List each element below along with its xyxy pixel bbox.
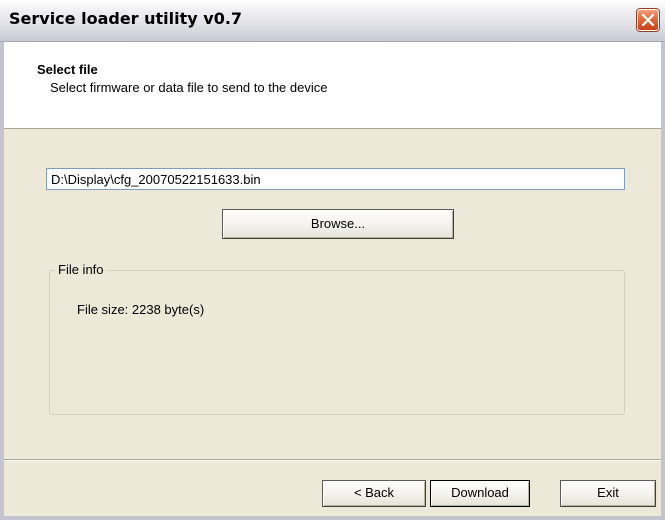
file-info-group [49, 270, 625, 415]
window-border-bottom [0, 516, 665, 520]
browse-button[interactable]: Browse... [222, 209, 454, 239]
exit-button[interactable]: Exit [560, 480, 656, 507]
file-path-input[interactable] [46, 168, 625, 190]
window-border-right [661, 42, 665, 520]
back-button[interactable]: < Back [322, 480, 426, 507]
header-subtitle: Select firmware or data file to send to … [50, 80, 328, 95]
close-icon [642, 14, 654, 26]
file-info-label: File info [55, 262, 107, 277]
download-button[interactable]: Download [430, 480, 530, 507]
wizard-header: Select file Select firmware or data file… [4, 42, 661, 129]
header-title: Select file [37, 62, 98, 77]
file-size-text: File size: 2238 byte(s) [77, 302, 205, 317]
title-bar[interactable]: Service loader utility v0.7 [0, 0, 665, 42]
footer-separator-highlight [4, 460, 661, 461]
dialog-window: Service loader utility v0.7 Select file … [0, 0, 665, 520]
close-button[interactable] [637, 9, 659, 31]
window-title: Service loader utility v0.7 [9, 9, 243, 28]
